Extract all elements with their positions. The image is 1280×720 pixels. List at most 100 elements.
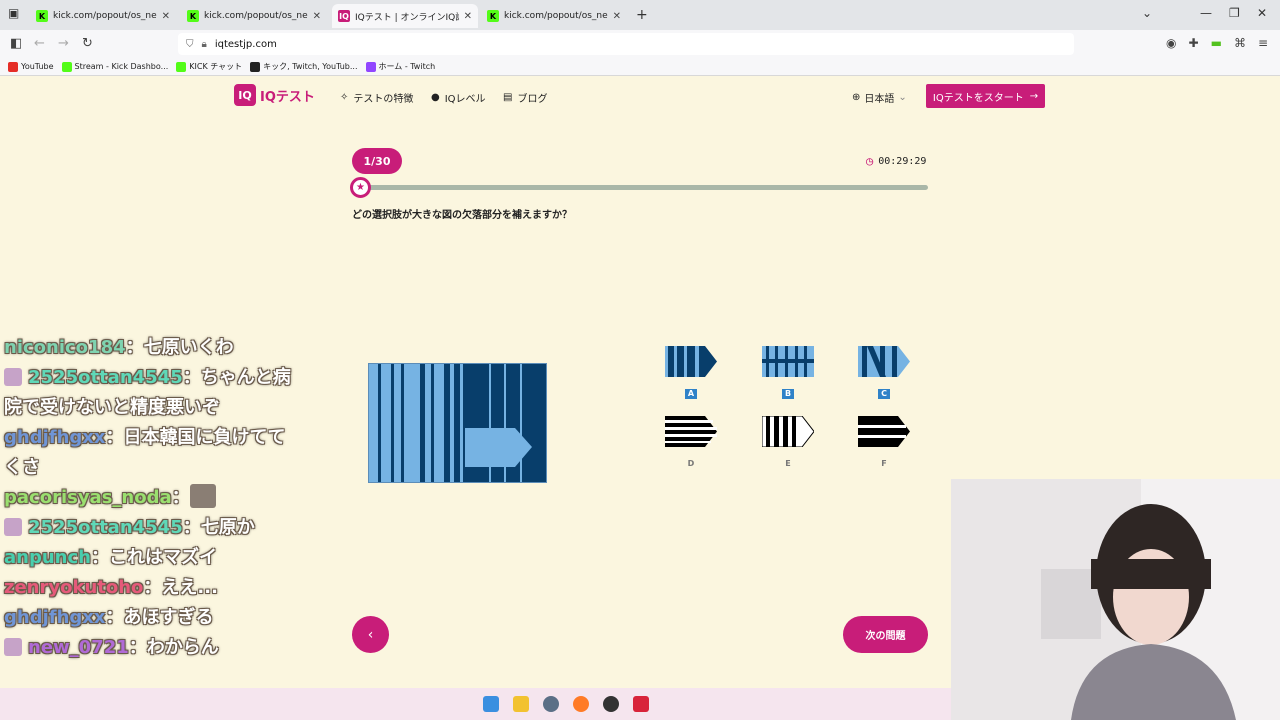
back-icon[interactable]: ←	[34, 36, 45, 51]
extensions-icon[interactable]: ✚	[1189, 36, 1199, 50]
option-f[interactable]: F	[854, 416, 914, 470]
browser-tab-3[interactable]: IQ IQテスト | オンラインIQ診断・知能 ✕	[332, 4, 478, 28]
new-tab-icon[interactable]: +	[636, 7, 648, 23]
sidebar-icon[interactable]: ◧	[10, 36, 22, 51]
windows-start-icon[interactable]	[482, 696, 499, 712]
youtube-icon	[8, 61, 18, 72]
firefox-icon[interactable]	[572, 696, 589, 712]
nav-blog[interactable]: ▤ ブログ	[503, 90, 547, 105]
bookmark-twitch[interactable]: ホーム - Twitch	[365, 61, 436, 72]
cta-label: IQテストをスタート	[932, 92, 1024, 104]
nav-label: ブログ	[517, 94, 548, 105]
chat-text: あほすぎる	[123, 607, 214, 628]
browser-tab-4[interactable]: K kick.com/popout/os_new/chat ✕	[481, 4, 627, 28]
nav-label: テストの特徴	[353, 94, 414, 105]
bookmark-label: キック, Twitch, YouTub...	[263, 62, 358, 71]
option-a[interactable]: A	[661, 346, 721, 400]
shield-icon[interactable]: ⛉	[186, 39, 194, 50]
sparkle-icon: ✧	[340, 92, 349, 103]
option-d[interactable]: D	[661, 416, 721, 470]
previous-button[interactable]: ‹	[352, 616, 389, 653]
cat-emote-icon	[189, 484, 216, 508]
iq-icon: IQ	[338, 10, 350, 22]
browser-tab-1[interactable]: K kick.com/popout/os_new/chat ✕	[30, 4, 176, 28]
translate-icon[interactable]: ⌘	[1234, 36, 1246, 50]
chat-user: ghdjfhgxx	[4, 427, 106, 448]
logo-mark: IQ	[234, 84, 256, 106]
menu-icon[interactable]: ≡	[1258, 36, 1268, 50]
close-icon[interactable]: ✕	[313, 11, 321, 22]
logo-text: IQテスト	[260, 89, 315, 105]
chat-message: anpunch：これはマズイ	[4, 547, 217, 568]
chat-message: 2525ottan4545：七原か	[4, 513, 294, 543]
next-question-button[interactable]: 次の問題	[843, 616, 928, 653]
option-letter: C	[878, 389, 890, 399]
bookmark-youtube[interactable]: YouTube	[8, 61, 54, 72]
chat-message: ghdjfhgxx：あほすぎる	[4, 607, 214, 628]
chat-message: pacorisyas_noda：	[4, 483, 294, 513]
forward-icon[interactable]: →	[58, 36, 69, 51]
timer-value: 00:29:29	[878, 155, 927, 167]
chat-user: ghdjfhgxx	[4, 607, 106, 628]
minimize-icon[interactable]: —	[1200, 6, 1212, 20]
app-icon[interactable]	[632, 696, 649, 712]
option-b[interactable]: B	[758, 346, 818, 400]
folder-icon[interactable]	[512, 696, 529, 712]
close-icon[interactable]: ✕	[162, 11, 170, 22]
option-c[interactable]: C	[854, 346, 914, 400]
obs-icon[interactable]	[602, 696, 619, 712]
twitch-icon	[365, 61, 376, 72]
option-letter: E	[785, 459, 791, 468]
language-label: 日本語	[864, 94, 895, 105]
avatar	[4, 368, 22, 386]
chat-text: 七原いくわ	[143, 337, 234, 358]
chat-user: niconico184	[4, 337, 126, 358]
address-bar[interactable]: ⛉ 🔒︎ iqtestjp.com	[178, 33, 1074, 55]
gear-icon[interactable]	[542, 696, 559, 712]
bookmark-label: Stream - Kick Dashbo...	[74, 62, 169, 71]
tab-list-icon[interactable]: ▣	[8, 6, 19, 20]
arrow-right-icon: →	[1029, 90, 1039, 102]
start-test-button[interactable]: IQテストをスタート →	[926, 84, 1045, 108]
globe-icon: ⊕	[852, 92, 861, 103]
close-icon[interactable]: ✕	[613, 11, 621, 22]
bookmark-label: ホーム - Twitch	[378, 62, 436, 71]
chat-message: new_0721：わからん	[4, 633, 294, 663]
site-logo[interactable]: IQ IQテスト	[234, 84, 315, 106]
avatar	[4, 518, 22, 536]
restore-icon[interactable]: ❐	[1229, 6, 1240, 20]
lock-icon[interactable]: 🔒︎	[202, 39, 207, 50]
question-text: どの選択肢が大きな図の欠落部分を補えますか？	[352, 210, 572, 221]
reload-icon[interactable]: ↻	[82, 36, 93, 51]
chat-user: zenryokutoho	[4, 577, 144, 598]
bookmark-multistream[interactable]: キック, Twitch, YouTub...	[250, 61, 358, 72]
taskbar	[0, 688, 951, 720]
chat-user: new_0721	[28, 637, 129, 658]
chat-user: 2525ottan4545	[28, 367, 183, 388]
battery-icon[interactable]: ▬	[1211, 36, 1222, 50]
globe-icon	[250, 61, 261, 72]
question-counter: 1/30	[352, 148, 402, 174]
bookmark-label: KICK チャット	[189, 62, 243, 71]
bookmark-kick-dashboard[interactable]: Stream - Kick Dashbo...	[61, 61, 169, 72]
close-icon[interactable]: ✕	[464, 11, 472, 22]
browser-tab-bar: ▣ K kick.com/popout/os_new/chat ✕ K kick…	[0, 0, 1280, 30]
tab-label: kick.com/popout/os_new/chat	[504, 11, 608, 21]
nav-iq-level[interactable]: ● IQレベル	[431, 90, 486, 105]
avatar	[4, 638, 22, 656]
chat-text: わからん	[146, 637, 219, 658]
browser-tab-2[interactable]: K kick.com/popout/os_new/chat ✕	[181, 4, 327, 28]
book-icon: ▤	[503, 92, 513, 103]
window-close-icon[interactable]: ✕	[1257, 6, 1267, 20]
chat-user: anpunch	[4, 547, 91, 568]
account-icon[interactable]: ◉	[1166, 36, 1176, 50]
language-select[interactable]: ⊕ 日本語 ⌄	[852, 90, 907, 105]
option-e[interactable]: E	[758, 416, 818, 470]
star-icon: ★	[350, 177, 371, 198]
chat-text: 七原か	[200, 517, 255, 538]
nav-features[interactable]: ✧ テストの特徴	[340, 90, 413, 105]
clock-icon: ◷	[866, 154, 874, 168]
bookmark-kick-chat[interactable]: KICK チャット	[176, 61, 242, 72]
option-letter: D	[687, 459, 695, 468]
chevron-down-icon[interactable]: ⌄	[1142, 6, 1152, 20]
